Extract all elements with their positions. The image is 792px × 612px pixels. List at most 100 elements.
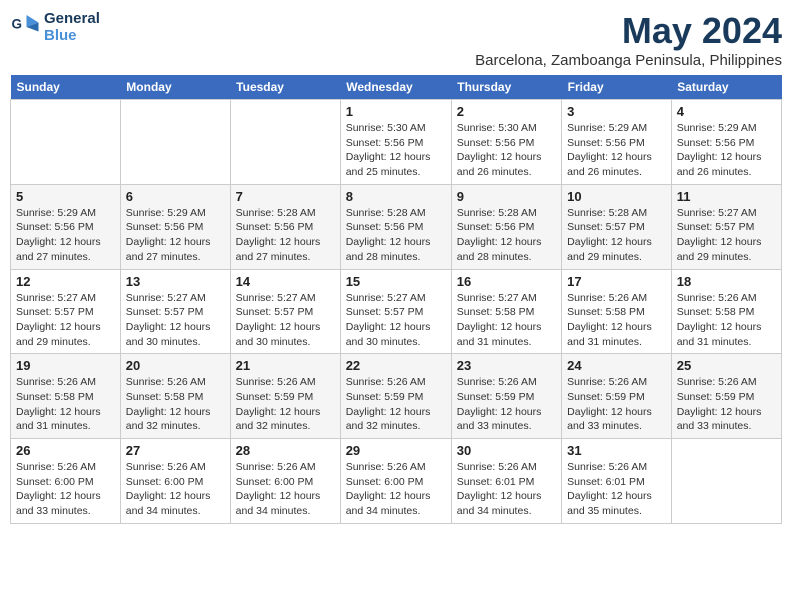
calendar-cell: 26Sunrise: 5:26 AM Sunset: 6:00 PM Dayli… [11, 439, 121, 524]
day-number: 9 [457, 189, 556, 204]
calendar-cell: 28Sunrise: 5:26 AM Sunset: 6:00 PM Dayli… [230, 439, 340, 524]
calendar-cell [120, 100, 230, 185]
day-info: Sunrise: 5:27 AM Sunset: 5:57 PM Dayligh… [236, 291, 335, 350]
day-number: 24 [567, 358, 666, 373]
day-info: Sunrise: 5:26 AM Sunset: 5:59 PM Dayligh… [457, 375, 556, 434]
calendar-cell: 29 Sunrise: 5:26 AM Sunset: 6:00 PM Dayli… [340, 439, 451, 524]
logo: G General Blue [10, 10, 100, 44]
calendar-cell: 17Sunrise: 5:26 AM Sunset: 5:58 PM Dayli… [562, 269, 672, 354]
day-info: Sunrise: 5:26 AM Sunset: 6:00 PM Dayligh… [346, 460, 446, 519]
day-number: 8 [346, 189, 446, 204]
week-row-4: 19 Sunrise: 5:26 AM Sunset: 5:58 PM Dayli… [11, 354, 782, 439]
day-number: 6 [126, 189, 225, 204]
logo-icon: G [10, 12, 40, 42]
day-number: 16 [457, 274, 556, 289]
calendar-cell: 7 Sunrise: 5:28 AM Sunset: 5:56 PM Daylig… [230, 184, 340, 269]
calendar-cell: 6 Sunrise: 5:29 AM Sunset: 5:56 PM Daylig… [120, 184, 230, 269]
day-info: Sunrise: 5:27 AM Sunset: 5:57 PM Dayligh… [346, 291, 446, 350]
day-number: 13 [126, 274, 225, 289]
day-number: 14 [236, 274, 335, 289]
calendar-cell: 20 Sunrise: 5:26 AM Sunset: 5:58 PM Dayli… [120, 354, 230, 439]
day-number: 30 [457, 443, 556, 458]
day-info: Sunrise: 5:26 AM Sunset: 5:58 PM Dayligh… [677, 291, 776, 350]
day-info: Sunrise: 5:26 AM Sunset: 6:00 PM Dayligh… [126, 460, 225, 519]
day-number: 2 [457, 104, 556, 119]
day-info: Sunrise: 5:26 AM Sunset: 5:58 PM Dayligh… [126, 375, 225, 434]
calendar-cell: 18 Sunrise: 5:26 AM Sunset: 5:58 PM Dayli… [671, 269, 781, 354]
day-info: Sunrise: 5:30 AM Sunset: 5:56 PM Dayligh… [457, 121, 556, 180]
month-year-title: May 2024 [475, 10, 782, 52]
day-number: 31 [567, 443, 666, 458]
svg-text:G: G [12, 17, 23, 32]
day-info: Sunrise: 5:29 AM Sunset: 5:56 PM Dayligh… [567, 121, 666, 180]
calendar-cell: 11 Sunrise: 5:27 AM Sunset: 5:57 PM Dayli… [671, 184, 781, 269]
day-header-friday: Friday [562, 75, 672, 100]
day-number: 7 [236, 189, 335, 204]
day-info: Sunrise: 5:27 AM Sunset: 5:58 PM Dayligh… [457, 291, 556, 350]
day-number: 26 [16, 443, 115, 458]
day-number: 12 [16, 274, 115, 289]
day-number: 5 [16, 189, 115, 204]
calendar-cell: 10Sunrise: 5:28 AM Sunset: 5:57 PM Dayli… [562, 184, 672, 269]
day-number: 22 [346, 358, 446, 373]
calendar-table: SundayMondayTuesdayWednesdayThursdayFrid… [10, 75, 782, 524]
title-area: May 2024 Barcelona, Zamboanga Peninsula,… [475, 10, 782, 69]
calendar-cell: 13Sunrise: 5:27 AM Sunset: 5:57 PM Dayli… [120, 269, 230, 354]
day-number: 29 [346, 443, 446, 458]
week-row-5: 26 Sunrise: 5:26 AM Sunset: 6:00 PM Dayli… [11, 439, 782, 524]
day-header-monday: Monday [120, 75, 230, 100]
day-info: Sunrise: 5:26 AM Sunset: 5:58 PM Dayligh… [16, 375, 115, 434]
day-info: Sunrise: 5:26 AM Sunset: 5:59 PM Dayligh… [567, 375, 666, 434]
day-info: Sunrise: 5:30 AM Sunset: 5:56 PM Dayligh… [346, 121, 446, 180]
day-info: Sunrise: 5:26 AM Sunset: 6:00 PM Dayligh… [236, 460, 335, 519]
day-header-sunday: Sunday [11, 75, 121, 100]
calendar-cell: 9 Sunrise: 5:28 AM Sunset: 5:56 PM Daylig… [451, 184, 561, 269]
day-number: 18 [677, 274, 776, 289]
day-info: Sunrise: 5:28 AM Sunset: 5:56 PM Dayligh… [346, 206, 446, 265]
calendar-cell: 15Sunrise: 5:27 AM Sunset: 5:57 PM Dayli… [340, 269, 451, 354]
calendar-cell: 21 Sunrise: 5:26 AM Sunset: 5:59 PM Dayli… [230, 354, 340, 439]
day-number: 1 [346, 104, 446, 119]
calendar-cell: 24 Sunrise: 5:26 AM Sunset: 5:59 PM Dayli… [562, 354, 672, 439]
day-info: Sunrise: 5:26 AM Sunset: 6:01 PM Dayligh… [567, 460, 666, 519]
calendar-cell: 2 Sunrise: 5:30 AM Sunset: 5:56 PM Daylig… [451, 100, 561, 185]
day-info: Sunrise: 5:27 AM Sunset: 5:57 PM Dayligh… [677, 206, 776, 265]
day-info: Sunrise: 5:28 AM Sunset: 5:57 PM Dayligh… [567, 206, 666, 265]
day-number: 20 [126, 358, 225, 373]
day-number: 3 [567, 104, 666, 119]
day-number: 27 [126, 443, 225, 458]
day-info: Sunrise: 5:26 AM Sunset: 5:58 PM Dayligh… [567, 291, 666, 350]
day-number: 21 [236, 358, 335, 373]
calendar-cell [230, 100, 340, 185]
calendar-cell: 23Sunrise: 5:26 AM Sunset: 5:59 PM Dayli… [451, 354, 561, 439]
day-info: Sunrise: 5:29 AM Sunset: 5:56 PM Dayligh… [16, 206, 115, 265]
day-number: 11 [677, 189, 776, 204]
location-subtitle: Barcelona, Zamboanga Peninsula, Philippi… [475, 52, 782, 69]
calendar-cell: 5 Sunrise: 5:29 AM Sunset: 5:56 PM Daylig… [11, 184, 121, 269]
day-info: Sunrise: 5:28 AM Sunset: 5:56 PM Dayligh… [236, 206, 335, 265]
day-header-wednesday: Wednesday [340, 75, 451, 100]
week-row-3: 12 Sunrise: 5:27 AM Sunset: 5:57 PM Dayli… [11, 269, 782, 354]
calendar-cell: 8 Sunrise: 5:28 AM Sunset: 5:56 PM Daylig… [340, 184, 451, 269]
calendar-cell: 25Sunrise: 5:26 AM Sunset: 5:59 PM Dayli… [671, 354, 781, 439]
day-info: Sunrise: 5:26 AM Sunset: 5:59 PM Dayligh… [677, 375, 776, 434]
logo-text: General Blue [44, 10, 100, 44]
week-row-2: 5 Sunrise: 5:29 AM Sunset: 5:56 PM Daylig… [11, 184, 782, 269]
calendar-cell: 3 Sunrise: 5:29 AM Sunset: 5:56 PM Daylig… [562, 100, 672, 185]
day-info: Sunrise: 5:29 AM Sunset: 5:56 PM Dayligh… [126, 206, 225, 265]
day-info: Sunrise: 5:26 AM Sunset: 5:59 PM Dayligh… [346, 375, 446, 434]
calendar-cell [11, 100, 121, 185]
day-header-saturday: Saturday [671, 75, 781, 100]
day-number: 19 [16, 358, 115, 373]
calendar-cell: 14 Sunrise: 5:27 AM Sunset: 5:57 PM Dayli… [230, 269, 340, 354]
day-info: Sunrise: 5:28 AM Sunset: 5:56 PM Dayligh… [457, 206, 556, 265]
days-of-week-row: SundayMondayTuesdayWednesdayThursdayFrid… [11, 75, 782, 100]
header: G General Blue May 2024 Barcelona, Zambo… [10, 10, 782, 69]
day-info: Sunrise: 5:27 AM Sunset: 5:57 PM Dayligh… [16, 291, 115, 350]
day-info: Sunrise: 5:26 AM Sunset: 5:59 PM Dayligh… [236, 375, 335, 434]
calendar-cell: 1 Sunrise: 5:30 AM Sunset: 5:56 PM Daylig… [340, 100, 451, 185]
calendar-cell: 22 Sunrise: 5:26 AM Sunset: 5:59 PM Dayli… [340, 354, 451, 439]
day-header-thursday: Thursday [451, 75, 561, 100]
calendar-cell: 30Sunrise: 5:26 AM Sunset: 6:01 PM Dayli… [451, 439, 561, 524]
calendar-cell: 27 Sunrise: 5:26 AM Sunset: 6:00 PM Dayli… [120, 439, 230, 524]
